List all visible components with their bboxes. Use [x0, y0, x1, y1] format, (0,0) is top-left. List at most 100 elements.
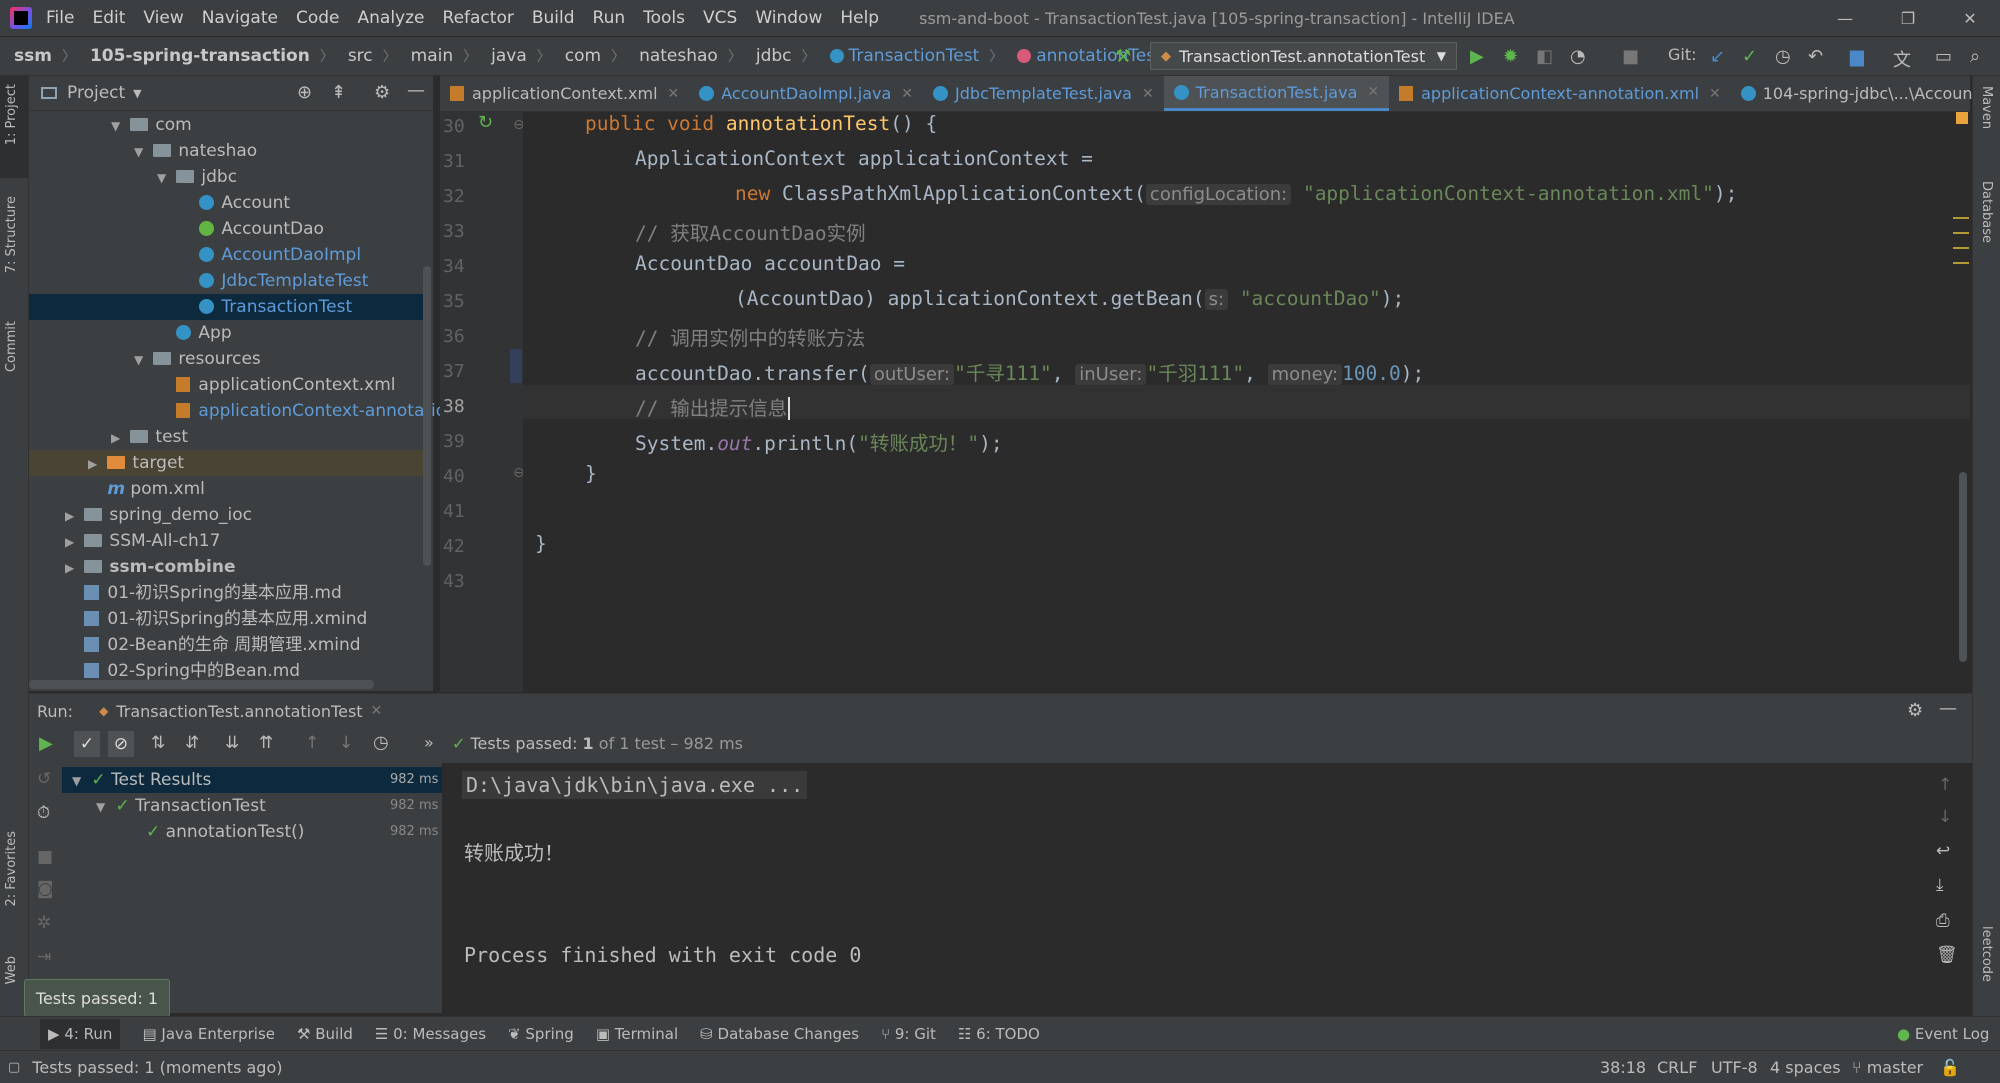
breadcrumb-module[interactable]: 105-spring-transaction: [90, 46, 310, 66]
dump-threads-icon[interactable]: ⏱: [37, 803, 50, 823]
exit-icon[interactable]: ⇥: [37, 947, 51, 967]
expand-all-icon[interactable]: ⇊: [225, 733, 239, 753]
tree-item[interactable]: ▶ spring_demo_ioc: [65, 502, 252, 528]
tab-event-log[interactable]: ● Event Log: [1897, 1025, 1989, 1043]
close-tab-icon[interactable]: ✕: [668, 86, 680, 102]
tree-item[interactable]: 01-初识Spring的基本应用.xmind: [65, 606, 367, 632]
tab-java-enterprise[interactable]: ▤ Java Enterprise: [142, 1025, 275, 1043]
tree-item[interactable]: 02-Bean的生命 周期管理.xmind: [65, 632, 361, 658]
breadcrumb-nateshao[interactable]: nateshao: [639, 46, 718, 66]
tool-favorites[interactable]: 2: Favorites: [4, 831, 19, 907]
close-tab-icon[interactable]: ✕: [1367, 84, 1379, 100]
trash-icon[interactable]: 🗑: [1936, 945, 1958, 965]
editor-tab[interactable]: applicationContext-annotation.xml ✕: [1389, 76, 1731, 111]
hide-panel-icon[interactable]: —: [1939, 698, 1957, 719]
tool-maven[interactable]: Maven: [1979, 86, 1994, 129]
tree-item[interactable]: ▶ test: [111, 424, 188, 450]
more-icon[interactable]: »: [424, 733, 434, 752]
run-test-gutter-icon[interactable]: ↻: [478, 112, 493, 133]
tree-item[interactable]: App: [157, 320, 232, 346]
editor-tab[interactable]: TransactionTest.java ✕: [1163, 76, 1390, 111]
tool-leetcode[interactable]: leetcode: [1979, 926, 1994, 982]
console-output[interactable]: D:\java\jdk\bin\java.exe ... 转账成功！ Proce…: [444, 763, 1958, 1015]
collapse-all-icon[interactable]: ⇞: [331, 82, 346, 103]
tab-spring[interactable]: ❦ Spring: [508, 1025, 574, 1043]
layout-icon[interactable]: ▭: [1935, 46, 1952, 67]
layout-toggle-icon[interactable]: ▢: [8, 1060, 20, 1075]
print-icon[interactable]: ⎙: [1936, 911, 1950, 931]
breadcrumb-main[interactable]: main: [411, 46, 453, 66]
code-editor[interactable]: public void annotationTest() { Applicati…: [523, 112, 1970, 692]
tree-item[interactable]: ▼ resources: [134, 346, 261, 372]
tree-item[interactable]: ▼ nateshao: [134, 138, 257, 164]
tab-todo[interactable]: ☷ 6: TODO: [958, 1025, 1040, 1043]
menu-window[interactable]: Window: [755, 8, 822, 28]
git-commit-icon[interactable]: ✓: [1742, 46, 1757, 67]
breadcrumb-method[interactable]: annotationTest: [1017, 46, 1162, 66]
toggle-auto-test-icon[interactable]: ↺: [37, 769, 51, 789]
tab-terminal[interactable]: ▣ Terminal: [596, 1025, 678, 1043]
sort-duration-icon[interactable]: ⇵: [185, 733, 199, 753]
tree-item[interactable]: ▶ target: [88, 450, 184, 476]
scroll-to-end-icon[interactable]: ⤓: [1936, 875, 1944, 895]
menu-run[interactable]: Run: [593, 8, 626, 28]
indent-setting[interactable]: 4 spaces: [1770, 1058, 1841, 1077]
test-node-root[interactable]: ▼ ✓ Test Results: [72, 767, 211, 793]
tree-item[interactable]: TransactionTest: [180, 294, 352, 320]
previous-test-icon[interactable]: ↑: [305, 733, 319, 753]
minimize-icon[interactable]: —: [1815, 0, 1875, 36]
tool-structure[interactable]: 7: Structure: [4, 196, 19, 273]
tree-scrollbar[interactable]: [423, 266, 431, 566]
line-separator[interactable]: CRLF: [1657, 1058, 1697, 1077]
stop-icon[interactable]: ■: [1622, 46, 1639, 67]
editor-tab[interactable]: applicationContext.xml ✕: [440, 76, 689, 111]
settings-icon[interactable]: ✲: [37, 913, 51, 933]
tree-item[interactable]: applicationContext-annotation.: [157, 398, 462, 424]
close-tab-icon[interactable]: ✕: [371, 703, 383, 719]
breadcrumb-class[interactable]: TransactionTest: [829, 46, 979, 66]
editor-scrollbar[interactable]: [1959, 472, 1967, 662]
breadcrumb-src[interactable]: src: [348, 46, 373, 66]
tool-commit[interactable]: Commit: [4, 321, 19, 372]
locate-icon[interactable]: ⊕: [297, 82, 312, 103]
breadcrumb-jdbc[interactable]: jdbc: [756, 46, 792, 66]
close-icon[interactable]: ✕: [1940, 0, 2000, 36]
down-arrow-icon[interactable]: ↓: [1938, 807, 1952, 827]
editor-tab[interactable]: AccountDaoImpl.java ✕: [689, 76, 923, 111]
tool-project[interactable]: 1: Project: [4, 84, 19, 145]
hide-panel-icon[interactable]: —: [407, 80, 425, 101]
rerun-icon[interactable]: ▶: [39, 733, 53, 754]
caret-position[interactable]: 38:18: [1600, 1058, 1646, 1077]
menu-file[interactable]: File: [46, 8, 74, 28]
project-structure-icon[interactable]: ▆: [1850, 46, 1864, 67]
lock-icon[interactable]: 🔓: [1940, 1058, 1960, 1077]
git-branch[interactable]: ⑂ master: [1852, 1058, 1923, 1077]
test-node-method[interactable]: ✓ annotationTest(): [146, 819, 304, 845]
menu-code[interactable]: Code: [296, 8, 340, 28]
git-history-icon[interactable]: ◷: [1775, 46, 1791, 67]
editor-tab[interactable]: JdbcTemplateTest.java ✕: [923, 76, 1164, 111]
gear-icon[interactable]: ⚙: [1907, 700, 1923, 721]
show-passed-icon[interactable]: ✓: [74, 731, 100, 757]
project-view-label[interactable]: Project: [67, 83, 125, 103]
breadcrumb-root[interactable]: ssm: [14, 46, 52, 66]
tree-item[interactable]: ▶ ssm-combine: [65, 554, 236, 580]
translate-icon[interactable]: 文: [1893, 46, 1911, 72]
tab-database-changes[interactable]: ⛁ Database Changes: [700, 1025, 859, 1043]
tree-item[interactable]: Account: [180, 190, 290, 216]
menu-tools[interactable]: Tools: [643, 8, 685, 28]
tree-item[interactable]: 01-初识Spring的基本应用.md: [65, 580, 342, 606]
run-tab[interactable]: TransactionTest.annotationTest: [116, 702, 362, 721]
close-tab-icon[interactable]: ✕: [1709, 86, 1721, 102]
tree-item[interactable]: AccountDaoImpl: [180, 242, 361, 268]
tab-run[interactable]: ▶ 4: Run: [40, 1019, 121, 1049]
breadcrumb-com[interactable]: com: [565, 46, 601, 66]
tree-item[interactable]: m pom.xml: [88, 476, 205, 502]
menu-navigate[interactable]: Navigate: [202, 8, 278, 28]
tree-item[interactable]: ▼ jdbc: [157, 164, 237, 190]
git-update-icon[interactable]: ↙: [1710, 46, 1725, 67]
tab-messages[interactable]: ☰ 0: Messages: [375, 1025, 486, 1043]
run-configuration-select[interactable]: ◆ TransactionTest.annotationTest ▼: [1150, 42, 1457, 70]
breadcrumb-java[interactable]: java: [491, 46, 527, 66]
editor-tab[interactable]: 104-spring-jdbc\...\Accoun: [1731, 76, 1983, 111]
